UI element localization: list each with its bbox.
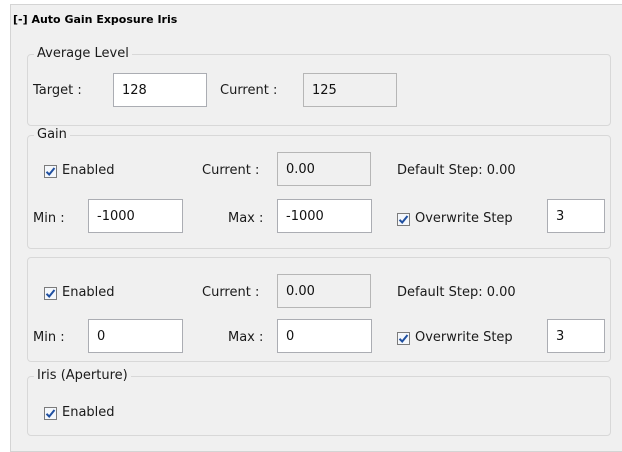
checkmark-icon bbox=[398, 215, 409, 224]
exposure-overwrite-step-label: Overwrite Step bbox=[415, 330, 513, 345]
exposure-enabled-checkbox[interactable] bbox=[44, 287, 57, 300]
iris-group: Iris (Aperture) Enabled bbox=[27, 368, 611, 436]
average-level-legend: Average Level bbox=[34, 46, 132, 61]
checkmark-icon bbox=[45, 167, 56, 176]
exposure-group: Enabled Current : Default Step: 0.00 Min… bbox=[27, 257, 611, 362]
gain-current-field bbox=[277, 152, 371, 186]
gain-legend: Gain bbox=[34, 127, 70, 142]
auto-gain-exposure-iris-panel: [-] Auto Gain Exposure Iris Average Leve… bbox=[10, 4, 622, 452]
section-header-toggle[interactable]: [-] Auto Gain Exposure Iris bbox=[13, 13, 177, 26]
checkmark-icon bbox=[45, 289, 56, 298]
gain-overwrite-step-checkbox[interactable] bbox=[397, 213, 410, 226]
exposure-current-label: Current : bbox=[202, 285, 260, 300]
target-label: Target : bbox=[33, 83, 82, 98]
gain-enabled-label: Enabled bbox=[62, 163, 115, 178]
gain-group: Gain Enabled Current : Default Step: 0.0… bbox=[27, 127, 611, 249]
gain-current-label: Current : bbox=[202, 163, 260, 178]
exposure-enabled-label: Enabled bbox=[62, 285, 115, 300]
exposure-default-step: Default Step: 0.00 bbox=[397, 285, 516, 300]
gain-enabled-checkbox[interactable] bbox=[44, 165, 57, 178]
exposure-min-label: Min : bbox=[33, 330, 65, 345]
average-level-group: Average Level Target : Current : bbox=[27, 46, 611, 126]
exposure-max-input[interactable] bbox=[277, 319, 372, 353]
exposure-min-input[interactable] bbox=[88, 319, 183, 353]
gain-min-input[interactable] bbox=[88, 199, 183, 233]
checkmark-icon bbox=[45, 409, 56, 418]
gain-max-input[interactable] bbox=[277, 199, 372, 233]
gain-overwrite-step-label: Overwrite Step bbox=[415, 211, 513, 226]
exposure-step-input[interactable] bbox=[547, 319, 605, 353]
checkmark-icon bbox=[398, 334, 409, 343]
exposure-max-label: Max : bbox=[228, 330, 264, 345]
iris-enabled-checkbox[interactable] bbox=[44, 407, 57, 420]
iris-enabled-label: Enabled bbox=[62, 405, 115, 420]
gain-step-input[interactable] bbox=[547, 199, 605, 233]
exposure-overwrite-step-checkbox[interactable] bbox=[397, 332, 410, 345]
gain-min-label: Min : bbox=[33, 211, 65, 226]
target-input[interactable] bbox=[113, 73, 207, 107]
exposure-current-field bbox=[277, 274, 371, 308]
iris-legend: Iris (Aperture) bbox=[34, 368, 131, 383]
average-current-label: Current : bbox=[220, 83, 278, 98]
gain-default-step: Default Step: 0.00 bbox=[397, 163, 516, 178]
gain-max-label: Max : bbox=[228, 211, 264, 226]
average-current-field bbox=[303, 73, 397, 107]
